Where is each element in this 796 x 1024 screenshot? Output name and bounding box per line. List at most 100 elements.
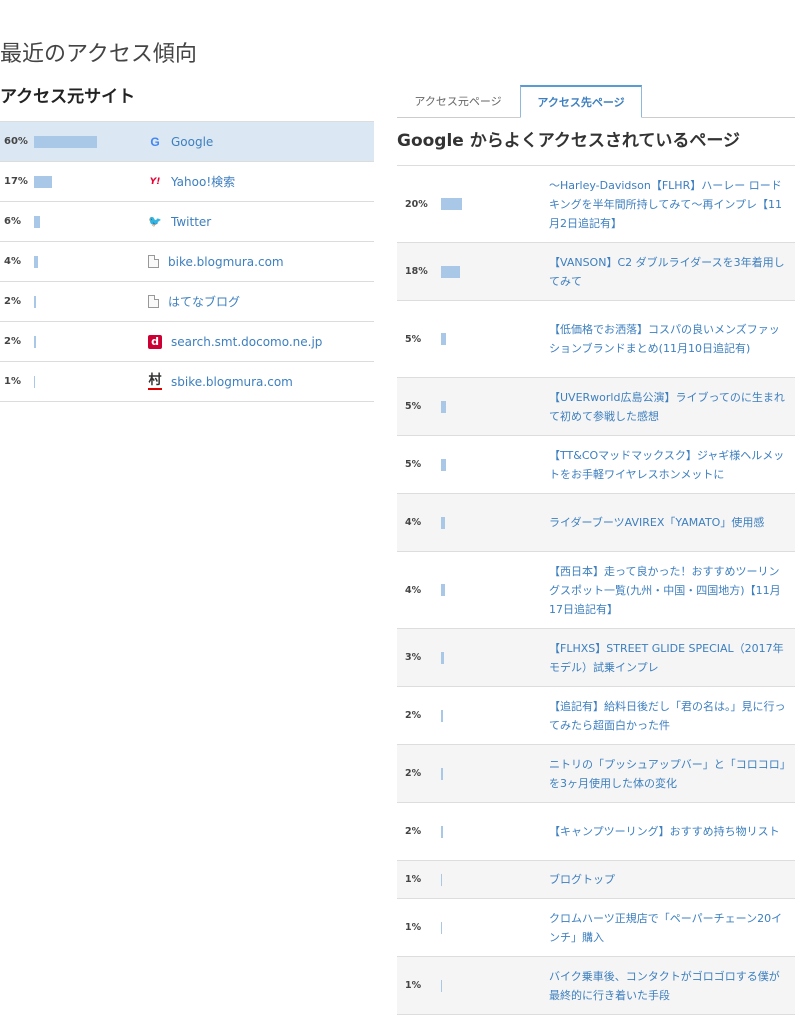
destination-page-link[interactable]: 【VANSON】C2 ダブルライダースを3年着用してみて xyxy=(549,253,789,291)
destination-percent: 1% xyxy=(405,980,422,991)
destination-percent: 1% xyxy=(405,922,422,933)
referrer-row[interactable]: 2% d search.smt.docomo.ne.jp xyxy=(0,322,374,362)
tab-destination-pages[interactable]: アクセス先ページ xyxy=(520,85,642,118)
referrer-bar-track xyxy=(34,255,134,268)
referrer-row[interactable]: 17% Y! Yahoo!検索 xyxy=(0,162,374,202)
destination-page-link[interactable]: ブログトップ xyxy=(549,870,789,889)
destination-bar xyxy=(441,767,444,780)
destination-row[interactable]: 4% ライダーブーツAVIREX「YAMATO」使用感 xyxy=(397,494,795,552)
destination-percent: 20% xyxy=(405,198,428,210)
destination-bar xyxy=(441,265,460,278)
destination-row[interactable]: 4% 【西日本】走って良かった！おすすめツーリングスポット一覧(九州・中国・四国地… xyxy=(397,552,795,629)
destination-row[interactable]: 2% ニトリの「プッシュアップバー」と「コロコロ」を3ヶ月使用した体の変化 xyxy=(397,745,795,803)
referrer-row[interactable]: 1% 村 sbike.blogmura.com xyxy=(0,362,374,402)
referrer-row[interactable]: 4% bike.blogmura.com xyxy=(0,242,374,282)
destination-bar xyxy=(441,516,446,529)
referrer-site-link[interactable]: d search.smt.docomo.ne.jp xyxy=(148,322,322,361)
destination-bar-track xyxy=(441,767,501,780)
referrer-site-name: Yahoo!検索 xyxy=(171,175,236,189)
referrers-section-title: アクセス元サイト xyxy=(0,87,136,107)
destination-bar-track xyxy=(441,333,501,345)
destination-page-link[interactable]: クロムハーツ正規店で「ペーパーチェーン20インチ」購入 xyxy=(549,909,789,947)
destination-percent: 5% xyxy=(405,401,422,412)
destination-percent: 3% xyxy=(405,652,422,663)
referrer-bar xyxy=(34,375,36,388)
destination-bar-track xyxy=(441,265,501,278)
referrer-percent: 1% xyxy=(4,376,21,387)
referrer-site-name: Twitter xyxy=(171,214,212,229)
referrer-site-link[interactable]: Y! Yahoo!検索 xyxy=(148,162,235,201)
referrer-site-name: bike.blogmura.com xyxy=(168,254,284,269)
referrer-site-name: はてなブログ xyxy=(168,295,241,309)
referrer-bar-track xyxy=(34,215,134,228)
destination-bar-track xyxy=(441,458,501,471)
referrer-site-link[interactable]: はてなブログ xyxy=(148,282,240,321)
destination-page-link[interactable]: ライダーブーツAVIREX「YAMATO」使用感 xyxy=(549,513,789,532)
destination-row[interactable]: 5% 【TT&COマッドマックスク】ジャギ様ヘルメットをお手軽ワイヤレスホンメット… xyxy=(397,436,795,494)
destination-bar xyxy=(441,333,447,345)
referrer-bar-track xyxy=(34,295,134,308)
referrer-site-link[interactable]: G Google xyxy=(148,122,213,161)
destination-bar-track xyxy=(441,921,501,934)
tab-referrer-pages[interactable]: アクセス元ページ xyxy=(397,85,519,117)
referrer-bar-track xyxy=(34,175,134,188)
destination-bar-track xyxy=(441,709,501,722)
destination-bar-track xyxy=(441,825,501,838)
destination-bar xyxy=(441,873,443,886)
destination-page-link[interactable]: 【UVERworld広島公演】ライブってのに生まれて初めて参戦した感想 xyxy=(549,388,789,426)
destination-page-link[interactable]: 【低価格でお洒落】コスパの良いメンズファッションブランドまとめ(11月10日追記… xyxy=(549,320,789,358)
destination-row[interactable]: 5% 【UVERworld広島公演】ライブってのに生まれて初めて参戦した感想 xyxy=(397,378,795,436)
destination-row[interactable]: 1% バイク乗車後、コンタクトがゴロゴロする僕が最終的に行き着いた手段 xyxy=(397,957,795,1015)
destination-bar xyxy=(441,198,462,210)
destination-bar-track xyxy=(441,516,501,529)
referrer-bar-track xyxy=(34,375,134,388)
referrer-row[interactable]: 6% 🐦 Twitter xyxy=(0,202,374,242)
destination-percent: 5% xyxy=(405,333,422,345)
referrer-row[interactable]: 60% G Google xyxy=(0,122,374,162)
destination-row[interactable]: 1% クロムハーツ正規店で「ペーパーチェーン20インチ」購入 xyxy=(397,899,795,957)
destination-page-link[interactable]: 【キャンプツーリング】おすすめ持ち物リスト xyxy=(549,822,789,841)
destination-bar xyxy=(441,400,447,413)
yahoo-icon: Y! xyxy=(149,176,161,187)
blogmura-icon: 村 xyxy=(148,372,162,390)
destination-page-link[interactable]: 【西日本】走って良かった！おすすめツーリングスポット一覧(九州・中国・四国地方)… xyxy=(549,562,789,619)
referrer-site-name: Google xyxy=(171,134,214,149)
tab-bar: アクセス元ページ アクセス先ページ xyxy=(397,79,795,118)
destination-page-link[interactable]: 【追記有】給料日後だし「君の名は。」見に行ってみたら超面白かった件 xyxy=(549,697,789,735)
referrer-row[interactable]: 2% はてなブログ xyxy=(0,282,374,322)
destination-page-link[interactable]: バイク乗車後、コンタクトがゴロゴロする僕が最終的に行き着いた手段 xyxy=(549,967,789,1005)
destination-page-link[interactable]: ニトリの「プッシュアップバー」と「コロコロ」を3ヶ月使用した体の変化 xyxy=(549,755,789,793)
referrer-site-link[interactable]: bike.blogmura.com xyxy=(148,242,284,281)
destination-percent: 2% xyxy=(405,710,422,721)
page-title: 最近のアクセス傾向 xyxy=(0,42,197,67)
referrer-site-link[interactable]: 🐦 Twitter xyxy=(148,202,211,241)
destination-percent: 5% xyxy=(405,459,422,470)
referrer-bar-track xyxy=(34,135,134,148)
destination-page-link[interactable]: 【TT&COマッドマックスク】ジャギ様ヘルメットをお手軽ワイヤレスホンメットに xyxy=(549,446,789,484)
destination-bar xyxy=(441,921,443,934)
destination-row[interactable]: 1% ブログトップ xyxy=(397,861,795,899)
referrer-percent: 4% xyxy=(4,256,21,267)
destination-bar xyxy=(441,825,444,838)
referrer-percent: 6% xyxy=(4,216,21,227)
destination-percent: 1% xyxy=(405,874,422,885)
destination-bar xyxy=(441,584,446,596)
destination-bar xyxy=(441,709,444,722)
destination-row[interactable]: 3% 【FLHXS】STREET GLIDE SPECIAL（2017年モデル）試… xyxy=(397,629,795,687)
referrer-bar-track xyxy=(34,335,134,348)
destination-row[interactable]: 18% 【VANSON】C2 ダブルライダースを3年着用してみて xyxy=(397,243,795,301)
destination-row[interactable]: 5% 【低価格でお洒落】コスパの良いメンズファッションブランドまとめ(11月10日… xyxy=(397,301,795,378)
page-icon xyxy=(148,255,159,268)
destination-page-link[interactable]: 〜Harley-Davidson【FLHR】ハーレー ロードキングを半年間所持し… xyxy=(549,176,789,233)
destination-bar-track xyxy=(441,198,501,210)
twitter-icon: 🐦 xyxy=(148,215,162,228)
referrer-site-link[interactable]: 村 sbike.blogmura.com xyxy=(148,362,293,401)
destination-percent: 4% xyxy=(405,517,422,528)
destination-row[interactable]: 2% 【追記有】給料日後だし「君の名は。」見に行ってみたら超面白かった件 xyxy=(397,687,795,745)
destination-percent: 2% xyxy=(405,826,422,837)
destination-row[interactable]: 2% 【キャンプツーリング】おすすめ持ち物リスト xyxy=(397,803,795,861)
destination-bar-track xyxy=(441,651,501,664)
destination-row[interactable]: 20% 〜Harley-Davidson【FLHR】ハーレー ロードキングを半年間… xyxy=(397,166,795,243)
destination-bar xyxy=(441,979,443,992)
destination-page-link[interactable]: 【FLHXS】STREET GLIDE SPECIAL（2017年モデル）試乗イ… xyxy=(549,639,789,677)
